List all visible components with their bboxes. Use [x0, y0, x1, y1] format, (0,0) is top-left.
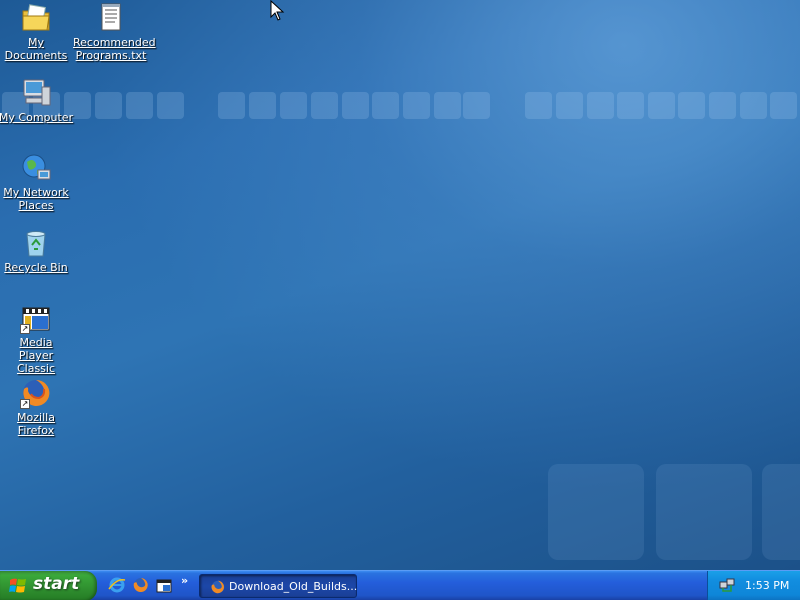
shortcut-arrow-icon: ↗ — [20, 399, 30, 409]
desktop-icon-label: Mozilla Firefox — [17, 411, 55, 437]
firefox-icon[interactable] — [132, 576, 150, 594]
desktop-icon-label: Media Player Classic — [16, 336, 56, 375]
desktop-icon-label: Recommended Programs.txt — [73, 36, 156, 62]
desktop-icon-my-computer[interactable]: My Computer — [0, 77, 74, 124]
text-file-icon — [95, 2, 127, 34]
start-label: start — [33, 574, 80, 594]
mouse-cursor-icon — [270, 0, 285, 21]
my-documents-icon — [20, 2, 52, 34]
wallpaper-tile — [762, 464, 800, 560]
firefox-icon: ↗ — [20, 377, 52, 409]
recycle-bin-icon — [20, 227, 52, 259]
desktop-icon-my-documents[interactable]: My Documents — [0, 2, 74, 62]
media-player-classic-icon: ↗ — [20, 302, 52, 334]
desktop-icon-label: My Documents — [4, 36, 68, 62]
taskbar-button-firefox-download[interactable]: Download_Old_Builds... — [199, 574, 357, 598]
desktop-icon-recycle-bin[interactable]: Recycle Bin — [0, 227, 74, 274]
clock[interactable]: 1:53 PM — [745, 579, 789, 592]
desktop-icon-label: Recycle Bin — [4, 261, 68, 274]
start-button[interactable]: start — [0, 571, 97, 600]
system-tray: 1:53 PM — [707, 571, 800, 600]
windows-logo-icon — [9, 578, 26, 593]
desktop-icon-media-player-classic[interactable]: ↗ Media Player Classic — [0, 302, 74, 375]
desktop-icon-recommended-programs[interactable]: Recommended Programs.txt — [73, 2, 156, 62]
desktop-icon-label: My Computer — [0, 111, 74, 124]
shortcut-arrow-icon: ↗ — [20, 324, 30, 334]
media-player-classic-icon[interactable] — [155, 576, 173, 594]
wallpaper-tile-strip — [0, 92, 800, 120]
internet-explorer-icon[interactable] — [108, 576, 126, 594]
wallpaper-tile — [548, 464, 644, 560]
quick-launch-chevron[interactable]: » — [181, 574, 188, 587]
firefox-icon — [211, 580, 225, 594]
network-places-icon — [20, 152, 52, 184]
desktop-icon-label: My Network Places — [3, 186, 69, 212]
taskbar-button-label: Download_Old_Builds... — [229, 580, 358, 593]
network-tray-icon[interactable] — [719, 577, 735, 593]
desktop-icon-mozilla-firefox[interactable]: ↗ Mozilla Firefox — [0, 377, 74, 437]
wallpaper-tile — [656, 464, 752, 560]
my-computer-icon — [20, 77, 52, 109]
desktop-icon-my-network-places[interactable]: My Network Places — [0, 152, 74, 212]
taskbar: start » Download_Old_Builds... 1:53 PM — [0, 570, 800, 600]
